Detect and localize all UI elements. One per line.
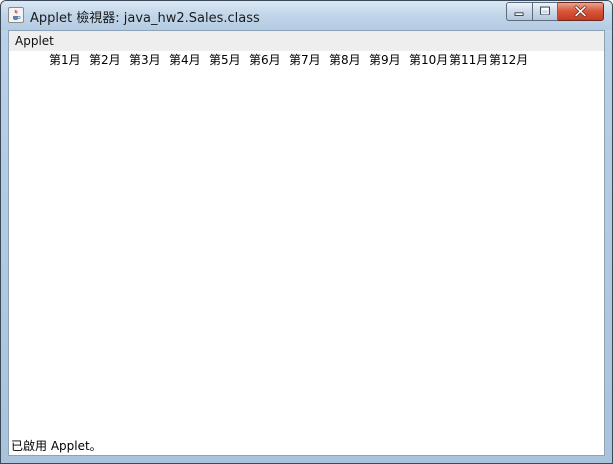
menu-bar: Applet bbox=[9, 31, 604, 52]
client-area: Applet 第1月 第2月 第3月 第4月 第5月 第6月 第7月 第8月 第… bbox=[8, 30, 605, 456]
window-title: Applet 檢視器: java_hw2.Sales.class bbox=[30, 11, 260, 26]
close-icon bbox=[574, 5, 587, 17]
menu-applet[interactable]: Applet bbox=[15, 34, 54, 48]
month-label-6: 第6月 bbox=[249, 53, 281, 67]
month-label-2: 第2月 bbox=[89, 53, 121, 67]
status-text: 已啟用 Applet。 bbox=[11, 439, 102, 453]
maximize-icon bbox=[540, 6, 550, 15]
minimize-button[interactable] bbox=[506, 2, 532, 21]
month-label-9: 第9月 bbox=[369, 53, 401, 67]
applet-viewer-window: Applet 檢視器: java_hw2.Sales.class Applet bbox=[0, 0, 613, 464]
minimize-icon bbox=[514, 12, 524, 16]
month-label-3: 第3月 bbox=[129, 53, 161, 67]
applet-canvas: 第1月 第2月 第3月 第4月 第5月 第6月 第7月 第8月 第9月 第10月… bbox=[9, 51, 604, 435]
status-bar: 已啟用 Applet。 bbox=[9, 435, 604, 455]
month-label-5: 第5月 bbox=[209, 53, 241, 67]
java-coffee-icon[interactable] bbox=[8, 7, 24, 23]
month-label-10: 第10月 bbox=[409, 53, 449, 67]
month-label-8: 第8月 bbox=[329, 53, 361, 67]
month-label-7: 第7月 bbox=[289, 53, 321, 67]
close-button[interactable] bbox=[558, 2, 604, 21]
title-bar[interactable]: Applet 檢視器: java_hw2.Sales.class bbox=[1, 1, 612, 30]
month-label-11: 第11月 bbox=[449, 53, 489, 67]
maximize-button[interactable] bbox=[532, 2, 558, 21]
month-label-12: 第12月 bbox=[489, 53, 529, 67]
month-label-4: 第4月 bbox=[169, 53, 201, 67]
month-label-1: 第1月 bbox=[49, 53, 81, 67]
